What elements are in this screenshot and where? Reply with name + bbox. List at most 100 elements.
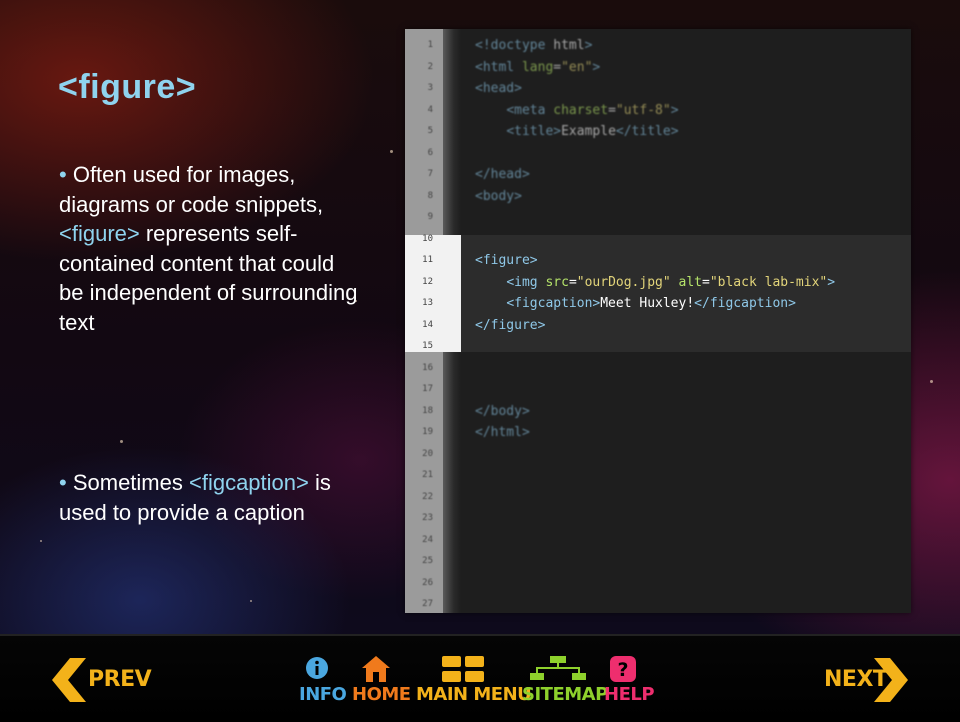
- line-number: 2: [427, 61, 433, 72]
- figcaption-tag: <figcaption>: [188, 470, 309, 495]
- code-line: 15: [405, 336, 911, 357]
- info-label: INFO: [299, 684, 347, 705]
- code-line: 13 <figcaption>Meet Huxley!</figcaption>: [405, 293, 911, 314]
- code-line: 8 <body>: [405, 186, 911, 207]
- bullet-figure: • Often used for images, diagrams or cod…: [59, 160, 359, 337]
- code-text: </html>: [475, 425, 530, 440]
- code-line: 11 <figure>: [405, 250, 911, 271]
- code-line: 6: [405, 143, 911, 164]
- code-line: 14 </figure>: [405, 315, 911, 336]
- line-number: 13: [422, 298, 433, 308]
- code-text: <!doctype html>: [475, 38, 593, 53]
- main-menu-button[interactable]: MAIN MENU: [416, 656, 532, 710]
- sparkle: [390, 150, 393, 153]
- line-number: 22: [422, 491, 433, 502]
- code-text: <title>Example</title>: [506, 124, 679, 139]
- code-line: 1 <!doctype html>: [405, 35, 911, 56]
- home-label: HOME: [352, 684, 411, 705]
- code-line: 25: [405, 551, 911, 572]
- code-text: </head>: [475, 167, 530, 182]
- code-line: 20: [405, 444, 911, 465]
- line-number: 18: [422, 405, 433, 416]
- code-text: <html lang="en">: [475, 59, 601, 75]
- code-text: <figure>: [475, 253, 538, 268]
- code-line: 16: [405, 358, 911, 379]
- home-icon: [362, 656, 390, 682]
- line-number: 14: [422, 319, 433, 330]
- line-number: 20: [422, 448, 433, 459]
- bullet-dot: •: [59, 162, 67, 187]
- code-line: 12 <img src="ourDog.jpg" alt="black lab-…: [405, 272, 911, 293]
- sparkle: [40, 540, 42, 542]
- code-text: </body>: [475, 403, 530, 419]
- line-number: 3: [427, 83, 433, 93]
- code-text: </figure>: [475, 317, 546, 333]
- line-number: 4: [427, 104, 433, 115]
- sitemap-icon: [530, 656, 586, 680]
- line-number: 16: [422, 362, 433, 373]
- code-line: 5 <title>Example</title>: [405, 121, 911, 142]
- svg-text:?: ?: [617, 659, 628, 681]
- bullet-dot: •: [59, 470, 67, 495]
- code-line: 9: [405, 207, 911, 228]
- line-number: 25: [422, 556, 433, 566]
- line-number: 26: [422, 577, 433, 588]
- line-number: 15: [422, 341, 433, 351]
- info-icon: [306, 657, 328, 679]
- code-line: 10: [405, 229, 911, 250]
- code-line: 3 <head>: [405, 78, 911, 99]
- bullet-text: Often used for images, diagrams or code …: [59, 162, 324, 217]
- code-line: 18 </body>: [405, 401, 911, 422]
- prev-button[interactable]: PREV: [52, 656, 152, 706]
- line-number: 6: [427, 147, 433, 158]
- help-button[interactable]: ? HELP: [604, 656, 655, 710]
- home-button[interactable]: HOME: [352, 656, 411, 710]
- prev-label: PREV: [88, 667, 152, 692]
- line-number: 23: [422, 513, 433, 523]
- line-number: 27: [422, 599, 433, 609]
- sitemap-label: SITEMAP: [522, 684, 608, 705]
- code-text: <img src="ourDog.jpg" alt="black lab-mix…: [506, 274, 836, 290]
- code-line: 22: [405, 487, 911, 508]
- line-number: 12: [422, 276, 433, 287]
- line-number: 19: [422, 427, 433, 437]
- code-text: <figcaption>Meet Huxley!</figcaption>: [506, 296, 796, 311]
- info-button[interactable]: INFO: [298, 656, 347, 710]
- line-number: 10: [422, 233, 433, 244]
- grid-icon: [442, 656, 484, 682]
- code-line: 26: [405, 573, 911, 594]
- slide-title: <figure>: [58, 68, 197, 106]
- line-number: 11: [422, 255, 433, 265]
- slide-background: <figure> • Often used for images, diagra…: [0, 0, 960, 634]
- next-button[interactable]: NEXT: [820, 656, 912, 706]
- code-line: 7 </head>: [405, 164, 911, 185]
- line-number: 21: [422, 470, 433, 480]
- bullet-text: Sometimes: [72, 470, 189, 495]
- sparkle: [250, 600, 252, 602]
- chevron-right-icon: [874, 658, 908, 702]
- code-line: 19 </html>: [405, 422, 911, 443]
- line-number: 9: [427, 212, 433, 222]
- code-line: 24: [405, 530, 911, 551]
- main-menu-label: MAIN MENU: [416, 684, 532, 705]
- code-line: 23: [405, 508, 911, 529]
- line-number: 7: [427, 169, 433, 179]
- chevron-left-icon: [52, 658, 86, 702]
- sitemap-button[interactable]: SITEMAP: [522, 656, 608, 710]
- line-number: 5: [427, 126, 433, 136]
- line-number: 24: [422, 534, 433, 545]
- line-number: 17: [422, 384, 433, 394]
- sparkle: [120, 440, 123, 443]
- navigation-bar: PREV INFO HOME MAIN MENU SITEMAP ? HELP …: [0, 634, 960, 722]
- figure-tag: <figure>: [59, 221, 140, 246]
- code-line: 17: [405, 379, 911, 400]
- help-label: HELP: [604, 684, 655, 705]
- code-text: <body>: [475, 188, 522, 204]
- code-line: 4 <meta charset="utf-8">: [405, 100, 911, 121]
- code-line: 2 <html lang="en">: [405, 57, 911, 78]
- code-line: 27: [405, 594, 911, 613]
- bullet-figcaption: • Sometimes <figcaption> is used to prov…: [59, 468, 359, 527]
- line-number: 1: [427, 40, 433, 50]
- code-text: <meta charset="utf-8">: [506, 102, 679, 118]
- code-line: 21: [405, 465, 911, 486]
